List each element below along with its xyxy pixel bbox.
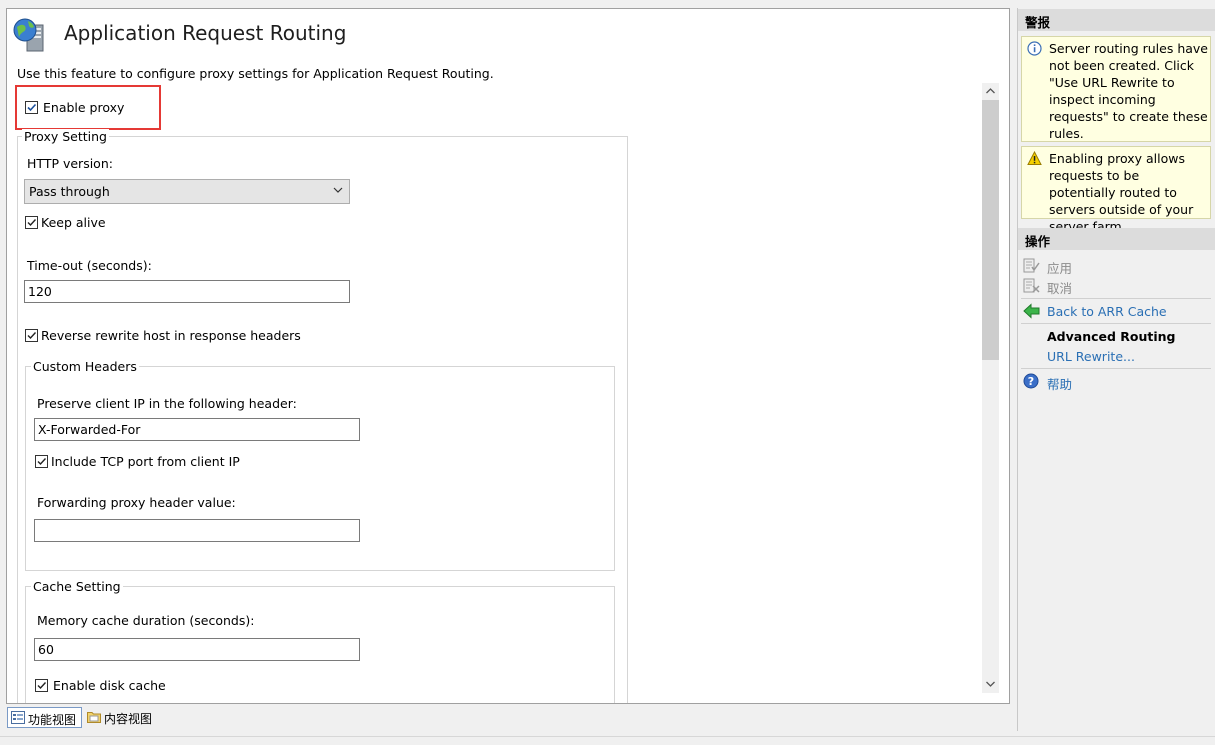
memory-cache-value: 60 <box>38 642 54 657</box>
reverse-rewrite-label: Reverse rewrite host in response headers <box>41 328 301 343</box>
enable-proxy-label: Enable proxy <box>43 100 125 115</box>
chevron-down-icon <box>333 187 343 193</box>
memory-cache-label: Memory cache duration (seconds): <box>37 613 255 628</box>
preserve-ip-label: Preserve client IP in the following head… <box>37 396 297 411</box>
include-tcp-port-label: Include TCP port from client IP <box>51 454 240 469</box>
disk-cache-checkbox[interactable] <box>35 679 48 692</box>
keep-alive-label: Keep alive <box>41 215 106 230</box>
tab-content-view[interactable]: 内容视图 <box>84 707 159 728</box>
svg-text:?: ? <box>1028 375 1034 388</box>
cancel-icon <box>1023 278 1040 293</box>
apply-action[interactable]: 应用 <box>1047 258 1072 277</box>
timeout-input[interactable]: 120 <box>24 280 350 303</box>
alert-warning: Enabling proxy allows requests to be pot… <box>1021 146 1211 234</box>
preserve-ip-value: X-Forwarded-For <box>38 422 141 437</box>
http-version-value: Pass through <box>29 184 110 199</box>
disk-cache-label: Enable disk cache <box>53 678 166 693</box>
custom-headers-legend: Custom Headers <box>31 359 139 374</box>
tab-features-view[interactable]: 功能视图 <box>7 707 82 728</box>
advanced-routing-heading: Advanced Routing <box>1047 329 1176 344</box>
alert-info: Server routing rules have not been creat… <box>1021 36 1211 142</box>
enable-proxy-checkbox[interactable] <box>25 101 38 114</box>
actions-separator-2 <box>1021 323 1211 324</box>
scroll-up-icon[interactable] <box>982 83 999 100</box>
actions-separator-3 <box>1021 368 1211 369</box>
keep-alive-checkbox[interactable] <box>25 216 38 229</box>
page-title: Application Request Routing <box>64 21 347 45</box>
alerts-header-label: 警报 <box>1025 15 1051 30</box>
preserve-ip-input[interactable]: X-Forwarded-For <box>34 418 360 441</box>
help-link[interactable]: 帮助 <box>1047 374 1072 393</box>
cache-setting-legend: Cache Setting <box>31 579 123 594</box>
tab-features-label: 功能视图 <box>28 713 77 727</box>
back-to-arr-cache-link[interactable]: Back to ARR Cache <box>1047 304 1167 319</box>
url-rewrite-link[interactable]: URL Rewrite... <box>1047 349 1135 364</box>
info-icon <box>1027 41 1042 56</box>
cancel-action[interactable]: 取消 <box>1047 278 1072 297</box>
forwarding-header-label: Forwarding proxy header value: <box>37 495 236 510</box>
actions-separator-1 <box>1021 298 1211 299</box>
scrollbar-thumb[interactable] <box>982 100 999 360</box>
apply-icon <box>1023 258 1040 273</box>
timeout-label: Time-out (seconds): <box>27 258 152 273</box>
http-version-select[interactable]: Pass through <box>24 179 350 204</box>
include-tcp-port-checkbox[interactable] <box>35 455 48 468</box>
back-arrow-icon <box>1023 303 1040 319</box>
reverse-rewrite-checkbox[interactable] <box>25 329 38 342</box>
page-description: Use this feature to configure proxy sett… <box>17 66 494 81</box>
actions-header: 操作 <box>1018 228 1215 250</box>
proxy-setting-legend: Proxy Setting <box>22 129 109 144</box>
timeout-value: 120 <box>28 284 52 299</box>
forwarding-header-input[interactable] <box>34 519 360 542</box>
main-panel: Application Request Routing Use this fea… <box>6 8 1010 704</box>
alert-info-text: Server routing rules have not been creat… <box>1049 41 1208 141</box>
tab-content-label: 内容视图 <box>104 712 153 726</box>
warning-icon <box>1027 151 1042 165</box>
status-bar <box>0 736 1215 745</box>
actions-header-label: 操作 <box>1025 234 1051 249</box>
features-view-icon <box>11 711 25 724</box>
memory-cache-input[interactable]: 60 <box>34 638 360 661</box>
help-icon: ? <box>1023 373 1039 389</box>
content-view-icon <box>87 712 101 723</box>
http-version-label: HTTP version: <box>27 156 113 171</box>
alerts-header: 警报 <box>1018 9 1215 31</box>
arr-globe-server-icon <box>13 17 47 53</box>
scroll-down-icon[interactable] <box>982 676 999 693</box>
alert-warning-text: Enabling proxy allows requests to be pot… <box>1049 151 1194 234</box>
